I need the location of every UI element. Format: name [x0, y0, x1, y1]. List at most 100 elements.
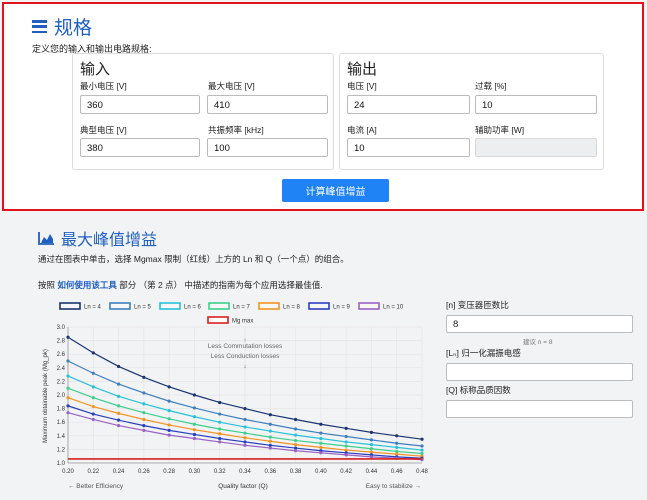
x-axis-label: Quality factor (Q) [218, 483, 267, 490]
spec-title: 规格 [32, 13, 92, 40]
legend-label: Ln = 6 [184, 305, 202, 311]
x-tick-label: 0.36 [264, 469, 276, 475]
data-point [218, 412, 222, 416]
q-label: [Q] 标称品质因数 [446, 385, 511, 395]
peak-title-text: 最大峰值增益 [61, 232, 158, 249]
data-point [293, 449, 298, 453]
y-axis-label: Maximum obtainable peak (Mg_pk) [43, 349, 49, 443]
data-point [192, 432, 197, 437]
data-point [167, 385, 171, 389]
data-point [167, 433, 171, 437]
data-point [142, 402, 146, 406]
data-point [268, 435, 272, 439]
data-point [268, 422, 272, 426]
output-card: 输出 电压 [V] 24 过载 [%] 10 电流 [A] 10 辅助功率 [W… [339, 53, 604, 170]
data-point [66, 396, 70, 400]
legend-label: Ln = 4 [84, 305, 102, 311]
legend-swatch [358, 302, 380, 310]
data-point [167, 417, 171, 421]
vmin-field[interactable]: 360 [80, 95, 200, 114]
guide-suffix: 部分 （第 2 点） 中描述的指南为每个应用选择最佳值. [116, 280, 323, 290]
peak-gain-chart[interactable]: Ln = 4 Ln = 5 Ln = 6 Ln = 7 Ln = 8 Ln = 9 Ln =… [38, 299, 438, 495]
legend-label: Mg max [232, 319, 253, 325]
current-field[interactable]: 10 [347, 138, 470, 157]
data-point [319, 431, 323, 435]
chart-annotations: ↑ Less Commutation losses Less Conductio… [43, 337, 421, 490]
data-point [319, 422, 323, 426]
area-chart-icon [38, 232, 54, 245]
data-point [420, 451, 424, 456]
data-point [192, 415, 197, 419]
data-point [243, 443, 247, 447]
down-arrow-icon: ↓ [243, 363, 246, 370]
y-tick-label: 2.2 [57, 379, 66, 385]
data-point [218, 436, 222, 441]
legend-swatch [159, 302, 181, 310]
data-point [268, 429, 272, 433]
data-point [116, 404, 121, 408]
data-point [243, 425, 247, 429]
data-point [369, 443, 374, 447]
x-tick-label: 0.40 [315, 469, 327, 475]
x-tick-label: 0.20 [62, 469, 74, 475]
data-point [116, 394, 121, 398]
peak-description: 通过在图表中单击，选择 Mgmax 限制（红线）上方的 Ln 和 Q（一个点）的… [38, 254, 349, 264]
aux-label: 辅助功率 [W] [475, 125, 525, 135]
data-point [344, 434, 348, 439]
vtyp-field[interactable]: 380 [80, 138, 200, 157]
legend-label: Ln = 9 [333, 305, 351, 311]
data-point [218, 427, 222, 431]
peak-title: 最大峰值增益 [38, 226, 157, 250]
turns-ratio-input[interactable]: 8 [446, 315, 633, 333]
data-point [142, 391, 146, 395]
data-point [218, 432, 222, 436]
data-point [142, 417, 146, 422]
data-point [116, 382, 121, 386]
voltage-field[interactable]: 24 [347, 95, 470, 114]
data-point [142, 424, 146, 428]
legend-label: Ln = 7 [233, 305, 251, 311]
list-icon [32, 20, 47, 33]
data-point [344, 453, 348, 457]
vmin-label: 最小电压 [V] [80, 81, 127, 91]
y-tick-label: 1.2 [57, 447, 66, 453]
data-point [344, 426, 348, 430]
data-point [91, 351, 95, 355]
overload-field[interactable]: 10 [475, 95, 597, 114]
legend-label: Ln = 5 [134, 305, 152, 311]
data-point [116, 418, 121, 422]
data-point [420, 448, 424, 452]
data-point [218, 400, 222, 405]
data-point [91, 412, 95, 416]
legend-swatch [258, 302, 280, 310]
ln-label: [Lₙ] 归一化漏振电感 [446, 348, 521, 358]
how-to-use-link[interactable]: 如何使用该工具 [57, 280, 117, 290]
q-input[interactable] [446, 400, 633, 418]
chart-legend[interactable]: Ln = 4 Ln = 5 Ln = 6 Ln = 7 Ln = 8 Ln = 9 Ln =… [59, 302, 404, 325]
data-point [268, 413, 272, 417]
data-point [319, 441, 323, 445]
ln-input[interactable] [446, 363, 633, 381]
data-point [293, 443, 298, 447]
y-tick-label: 2.4 [57, 366, 66, 372]
legend-swatch [208, 302, 230, 310]
calculate-peak-gain-button[interactable]: 计算峰值增益 [282, 179, 389, 202]
easy-stabilize-note: Easy to stabilize → [366, 483, 421, 490]
data-point [420, 444, 424, 448]
x-tick-label: 0.48 [416, 469, 428, 475]
data-point [116, 364, 121, 369]
vmax-field[interactable]: 410 [207, 95, 328, 114]
data-point [66, 386, 70, 390]
legend-swatch [207, 316, 229, 324]
aux-field [475, 138, 597, 157]
data-point [142, 428, 146, 432]
x-tick-label: 0.24 [113, 469, 125, 475]
x-tick-label: 0.44 [366, 469, 378, 475]
data-point [395, 452, 399, 456]
freq-field[interactable]: 100 [207, 138, 328, 157]
data-point [369, 438, 374, 442]
better-efficiency-note: ← Better Efficiency [68, 483, 124, 490]
data-point [369, 450, 374, 454]
turns-ratio-hint: 建议 n = 8 [523, 339, 553, 346]
x-tick-label: 0.30 [189, 469, 201, 475]
